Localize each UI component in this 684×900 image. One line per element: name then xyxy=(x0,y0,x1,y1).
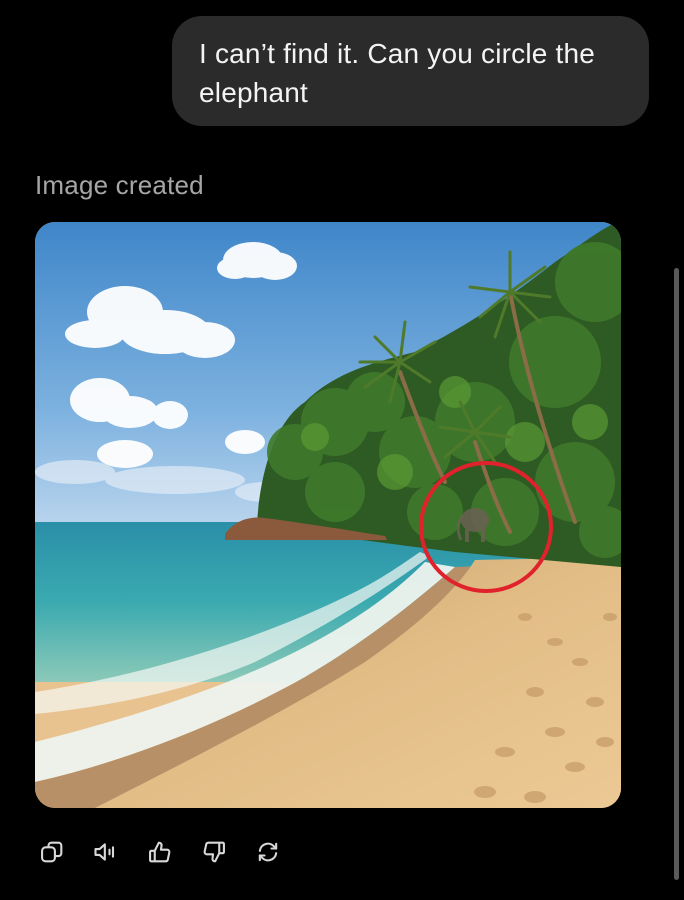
copy-icon xyxy=(41,841,63,863)
scrollbar[interactable] xyxy=(674,268,679,880)
message-actions xyxy=(35,836,285,868)
thumbs-down-icon xyxy=(203,841,225,863)
user-message-bubble: I can’t find it. Can you circle the elep… xyxy=(172,16,649,126)
beach-scene-illustration xyxy=(35,222,621,808)
generated-image[interactable] xyxy=(35,222,621,808)
read-aloud-button[interactable] xyxy=(89,836,123,868)
regenerate-button[interactable] xyxy=(251,836,285,868)
regenerate-icon xyxy=(258,842,278,862)
speaker-icon xyxy=(94,843,115,861)
thumbs-up-icon xyxy=(149,841,171,863)
user-message-text: I can’t find it. Can you circle the elep… xyxy=(199,38,596,108)
copy-button[interactable] xyxy=(35,836,69,868)
thumbs-up-button[interactable] xyxy=(143,836,177,868)
thumbs-down-button[interactable] xyxy=(197,836,231,868)
image-created-label: Image created xyxy=(35,170,204,200)
